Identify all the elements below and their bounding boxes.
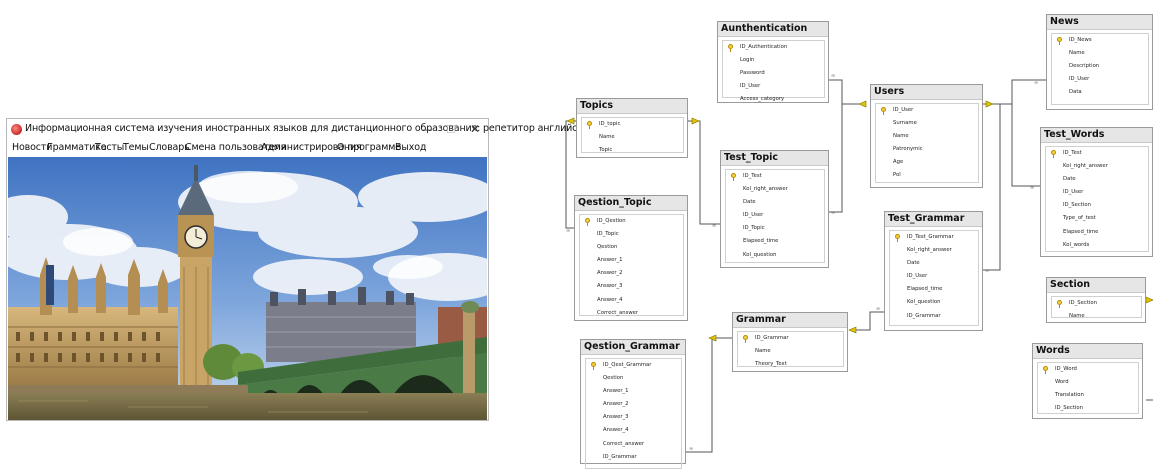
field-row: ID_Test_Grammar bbox=[890, 231, 978, 244]
field-row: Kol_right_answer bbox=[1063, 163, 1108, 170]
field-row: Access_category bbox=[740, 96, 785, 103]
table-words[interactable]: Words ID_Word Word Translation ID_Sectio… bbox=[1032, 343, 1143, 419]
field-row: Kol_right_answer bbox=[907, 247, 952, 254]
field-row: Answer_3 bbox=[597, 283, 623, 290]
field-row: ID_User bbox=[876, 104, 978, 117]
table-grammar[interactable]: Grammar ID_Grammar Name Theory_Text bbox=[732, 312, 848, 372]
field-row: Password bbox=[740, 70, 765, 77]
field-row: ID_Grammar bbox=[907, 312, 941, 319]
field-row: ID_News bbox=[1052, 34, 1148, 47]
table-title: Test_Topic bbox=[721, 151, 828, 166]
field-row: Kol_right_answer bbox=[743, 186, 788, 193]
field-row: Pol bbox=[893, 172, 901, 179]
field-row: Qestion bbox=[597, 244, 618, 251]
table-title: Topics bbox=[577, 99, 687, 114]
svg-text:∞: ∞ bbox=[566, 228, 570, 234]
field-row: ID_Topic bbox=[597, 231, 619, 238]
field-row: ID_Section bbox=[1063, 202, 1091, 209]
table-title: Users bbox=[871, 85, 982, 100]
field-row: Kol_question bbox=[907, 299, 941, 306]
svg-text:∞: ∞ bbox=[985, 268, 989, 274]
field-row: Kol_question bbox=[743, 251, 777, 258]
field-row: Description bbox=[1069, 63, 1100, 70]
field-row: ID_User bbox=[1063, 189, 1084, 196]
table-section[interactable]: Section ID_Section Name bbox=[1046, 277, 1146, 323]
field-row: Data bbox=[1069, 89, 1082, 96]
field-row: ID_User bbox=[740, 83, 761, 90]
field-row: Translation bbox=[1055, 392, 1084, 399]
field-row: Name bbox=[755, 348, 771, 355]
field-row: ID_Qest_Grammar bbox=[586, 359, 681, 372]
field-row: ID_Qestion bbox=[580, 215, 683, 228]
field-row: Age bbox=[893, 159, 904, 166]
field-row: Name bbox=[1069, 50, 1085, 57]
field-row: Topic bbox=[599, 147, 613, 154]
svg-text:∞: ∞ bbox=[1034, 80, 1038, 86]
field-row: Surname bbox=[893, 120, 917, 127]
table-title: Words bbox=[1033, 344, 1142, 359]
field-row: ID_User bbox=[1069, 76, 1090, 83]
field-row: ID_Word bbox=[1038, 363, 1138, 376]
field-row: Answer_4 bbox=[597, 296, 623, 303]
field-row: ID_Grammar bbox=[603, 453, 637, 460]
table-qestion-grammar[interactable]: Qestion_Grammar ID_Qest_Grammar Qestion … bbox=[580, 339, 686, 469]
table-news[interactable]: News ID_News Name Description ID_User Da… bbox=[1046, 14, 1153, 110]
table-title: Aunthentication bbox=[718, 22, 828, 37]
field-row: Patronymic bbox=[893, 146, 923, 153]
table-authentication[interactable]: Aunthentication ID_Authentication Login … bbox=[717, 21, 829, 103]
field-row: ID_Section bbox=[1055, 405, 1083, 412]
field-row: Kol_words bbox=[1063, 241, 1090, 248]
svg-text:∞: ∞ bbox=[712, 223, 716, 229]
table-title: Test_Grammar bbox=[885, 212, 982, 227]
field-row: Word bbox=[1055, 379, 1069, 386]
field-row: Date bbox=[1063, 176, 1076, 183]
field-row: ID_User bbox=[743, 212, 764, 219]
field-row: Theory_Text bbox=[755, 361, 787, 368]
field-row: Elapsed_time bbox=[907, 286, 943, 293]
table-title: Section bbox=[1047, 278, 1145, 293]
field-row: Elapsed_time bbox=[1063, 228, 1099, 235]
table-test-grammar[interactable]: Test_Grammar ID_Test_Grammar Kol_right_a… bbox=[884, 211, 983, 331]
field-row: Answer_3 bbox=[603, 414, 629, 421]
field-row: ID_Grammar bbox=[738, 332, 843, 345]
field-row: Answer_1 bbox=[603, 388, 629, 395]
table-test-topic[interactable]: Test_Topic ID_Test Kol_right_answer Date… bbox=[720, 150, 829, 268]
field-row: Name bbox=[893, 133, 909, 140]
field-row: ID_topic bbox=[582, 118, 683, 131]
field-row: Answer_4 bbox=[603, 427, 629, 434]
table-title: Qestion_Topic bbox=[575, 196, 687, 211]
field-row: ID_Authentication bbox=[723, 41, 824, 54]
field-row: Qestion bbox=[603, 375, 624, 382]
table-qestion-topic[interactable]: Qestion_Topic ID_Qestion ID_Topic Qestio… bbox=[574, 195, 688, 321]
svg-text:∞: ∞ bbox=[1030, 185, 1034, 191]
table-title: News bbox=[1047, 15, 1152, 30]
field-row: Answer_2 bbox=[603, 401, 629, 408]
table-test-words[interactable]: Test_Words ID_Test Kol_right_answer Date… bbox=[1040, 127, 1153, 257]
svg-text:∞: ∞ bbox=[831, 73, 835, 79]
field-row: ID_Topic bbox=[743, 225, 765, 232]
table-title: Grammar bbox=[733, 313, 847, 328]
field-row: ID_Test bbox=[1046, 147, 1148, 160]
svg-text:∞: ∞ bbox=[831, 210, 835, 216]
field-row: Correct_answer bbox=[603, 440, 645, 447]
field-row: Elapsed_time bbox=[743, 238, 779, 245]
field-row: Answer_2 bbox=[597, 270, 623, 277]
table-topics[interactable]: Topics ID_topic Name Topic bbox=[576, 98, 688, 158]
field-row: ID_Test bbox=[726, 170, 824, 183]
table-users[interactable]: Users ID_User Surname Name Patronymic Ag… bbox=[870, 84, 983, 188]
field-row: ID_User bbox=[907, 273, 928, 280]
field-row: Answer_1 bbox=[597, 257, 623, 264]
svg-text:∞: ∞ bbox=[876, 306, 880, 312]
svg-text:∞: ∞ bbox=[689, 446, 693, 452]
table-title: Qestion_Grammar bbox=[581, 340, 685, 355]
field-row: Type_of_test bbox=[1063, 215, 1096, 222]
field-row: Name bbox=[599, 134, 615, 141]
table-title: Test_Words bbox=[1041, 128, 1152, 143]
field-row: Name bbox=[1069, 313, 1085, 320]
field-row: Date bbox=[907, 260, 920, 267]
field-row: Login bbox=[740, 57, 755, 64]
field-row: ID_Section bbox=[1052, 297, 1141, 310]
field-row: Date bbox=[743, 199, 756, 206]
field-row: Correct_answer bbox=[597, 309, 639, 316]
